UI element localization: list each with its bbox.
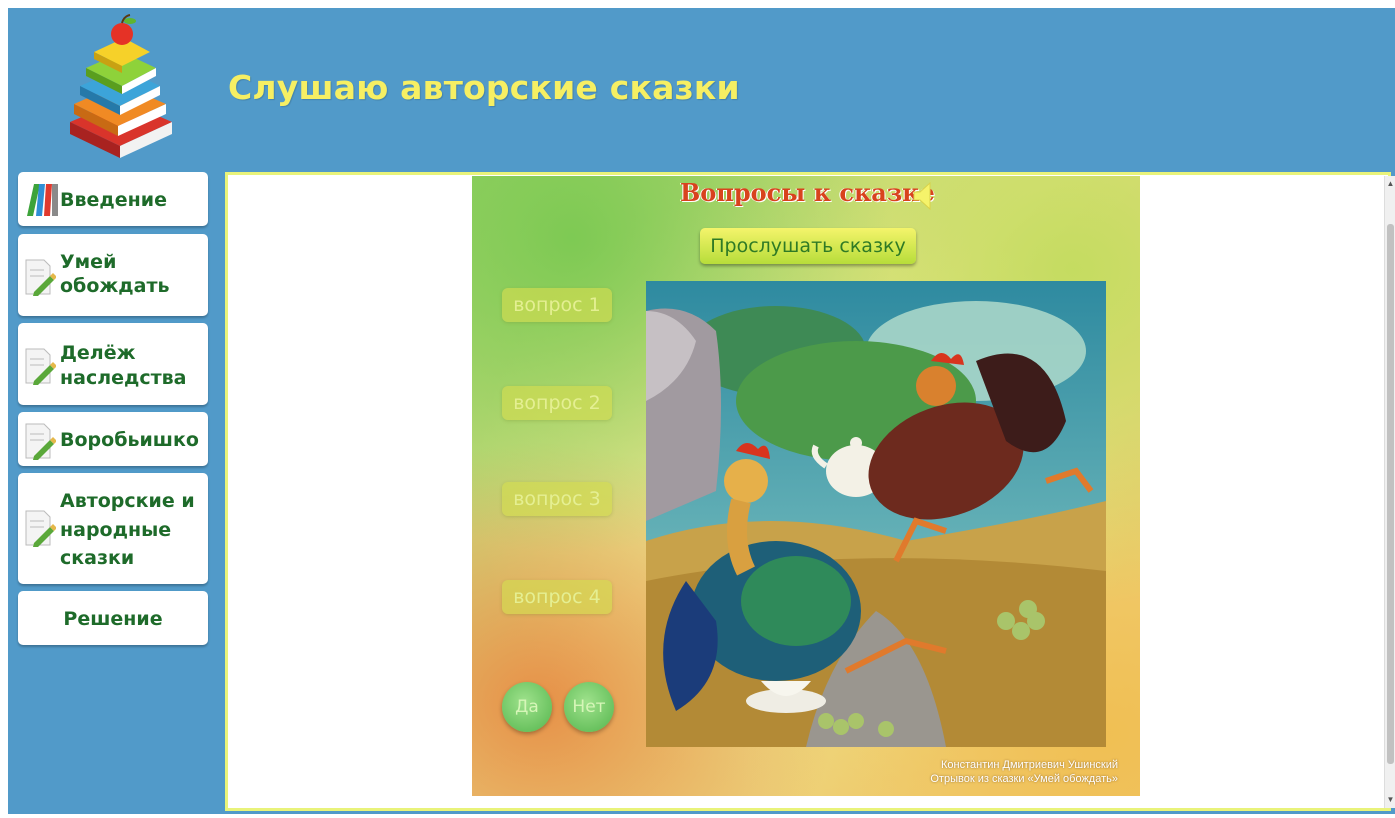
document-pencil-icon — [25, 423, 56, 460]
yes-button[interactable]: Да — [502, 682, 552, 732]
sidebar-item-label: наследства — [60, 367, 187, 389]
sidebar-item-label: Решение — [63, 608, 163, 630]
document-pencil-icon — [25, 510, 56, 547]
page-title: Слушаю авторские сказки — [228, 68, 740, 107]
illustration-credits: Константин Дмитриевич Ушинский Отрывок и… — [930, 758, 1118, 786]
roosters-illustration — [646, 281, 1106, 747]
credit-source: Отрывок из сказки «Умей обождать» — [930, 773, 1118, 785]
vertical-scrollbar[interactable]: ▲ ▼ — [1384, 176, 1395, 808]
sidebar-item-label: Умей — [60, 251, 117, 273]
quiz-panel: Вопросы к сказке Прослушать сказку вопро… — [472, 176, 1140, 796]
sidebar-item-label: Делёж — [60, 342, 136, 364]
credit-author: Константин Дмитриевич Ушинский — [940, 759, 1118, 771]
question-4-button[interactable]: вопрос 4 — [502, 580, 612, 614]
sidebar-item-label: Введение — [60, 189, 167, 211]
quiz-title: Вопросы к сказке — [680, 178, 935, 207]
sidebar-item-label: народные — [60, 519, 172, 541]
listen-story-button[interactable]: Прослушать сказку — [700, 228, 916, 264]
sidebar-item-wait[interactable]: Умей обождать — [18, 234, 208, 316]
sidebar-item-label: Воробьишко — [60, 429, 199, 451]
sidebar-item-author-folk[interactable]: Авторские и народные сказки — [18, 473, 208, 584]
sidebar-item-intro[interactable]: Введение — [18, 172, 208, 226]
books-apple-logo — [70, 14, 172, 158]
question-3-button[interactable]: вопрос 3 — [502, 482, 612, 516]
sidebar-item-label: сказки — [60, 547, 135, 569]
speaker-icon[interactable] — [910, 180, 938, 212]
scroll-up-arrow-icon[interactable]: ▲ — [1385, 178, 1395, 190]
document-pencil-icon — [25, 348, 56, 385]
sidebar-item-label: Авторские и — [60, 490, 195, 512]
scroll-down-arrow-icon[interactable]: ▼ — [1385, 794, 1395, 806]
document-pencil-icon — [25, 259, 56, 296]
no-button[interactable]: Нет — [564, 682, 614, 732]
sidebar-item-sparrow[interactable]: Воробьишко — [18, 412, 208, 466]
question-1-button[interactable]: вопрос 1 — [502, 288, 612, 322]
scroll-thumb[interactable] — [1387, 224, 1394, 764]
sidebar-item-label: обождать — [60, 275, 170, 297]
sidebar-item-solution[interactable]: Решение — [18, 591, 208, 645]
question-2-button[interactable]: вопрос 2 — [502, 386, 612, 420]
sidebar-item-inheritance[interactable]: Делёж наследства — [18, 323, 208, 405]
colored-books-icon — [27, 184, 58, 216]
